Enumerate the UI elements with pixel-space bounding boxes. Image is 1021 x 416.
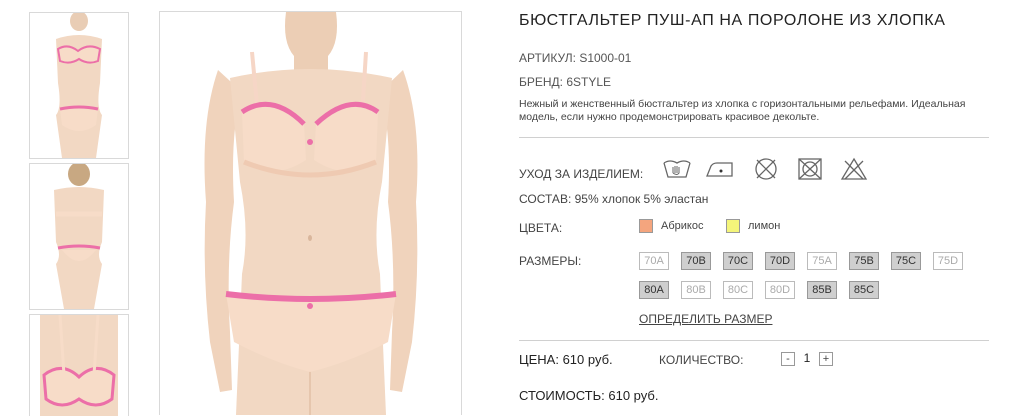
product-title: БЮСТГАЛЬТЕР ПУШ-АП НА ПОРОЛОНЕ ИЗ ХЛОПКА xyxy=(519,12,946,29)
size-70B[interactable]: 70B xyxy=(681,252,711,270)
color-name-apricot: Абрикос xyxy=(661,220,704,232)
color-option-lemon[interactable]: лимон xyxy=(726,219,780,233)
no-bleach-icon xyxy=(840,157,868,180)
quantity-decrease-button[interactable]: - xyxy=(781,352,795,366)
size-guide-link[interactable]: ОПРЕДЕЛИТЬ РАЗМЕР xyxy=(639,312,772,326)
size-80A[interactable]: 80A xyxy=(639,281,669,299)
size-75D[interactable]: 75D xyxy=(933,252,963,270)
product-description: Нежный и женственный бюстгальтер из хлоп… xyxy=(519,98,966,123)
thumbnail-closeup[interactable] xyxy=(29,314,129,416)
thumbnail-front-image xyxy=(30,13,128,158)
thumbnail-back[interactable] xyxy=(29,163,129,310)
no-machine-dry-icon xyxy=(798,158,822,180)
size-80B[interactable]: 80B xyxy=(681,281,711,299)
product-brand: БРЕНД: 6STYLE xyxy=(519,75,612,89)
hand-wash-icon xyxy=(663,160,691,178)
product-article: АРТИКУЛ: S1000-01 xyxy=(519,51,632,65)
size-85B[interactable]: 85B xyxy=(807,281,837,299)
divider xyxy=(519,137,989,138)
total-cost: СТОИМОСТЬ: 610 руб. xyxy=(519,388,659,403)
divider xyxy=(519,340,989,341)
size-70D[interactable]: 70D xyxy=(765,252,795,270)
thumbnail-front[interactable] xyxy=(29,12,129,159)
quantity-label: КОЛИЧЕСТВО: xyxy=(659,353,744,367)
size-80D[interactable]: 80D xyxy=(765,281,795,299)
color-name-lemon: лимон xyxy=(748,220,781,232)
iron-low-icon xyxy=(706,162,733,177)
color-option-apricot[interactable]: Абрикос xyxy=(639,219,703,233)
main-product-image xyxy=(160,12,461,415)
price: ЦЕНА: 610 руб. xyxy=(519,352,613,367)
size-70A[interactable]: 70A xyxy=(639,252,669,270)
thumbnail-closeup-image xyxy=(30,315,128,416)
composition: СОСТАВ: 95% хлопок 5% эластан xyxy=(519,192,709,206)
color-swatch-apricot[interactable] xyxy=(639,219,653,233)
quantity-value[interactable]: 1 xyxy=(800,351,814,365)
size-75B[interactable]: 75B xyxy=(849,252,879,270)
sizes-label: РАЗМЕРЫ: xyxy=(519,254,582,268)
main-product-photo[interactable] xyxy=(159,11,462,415)
size-75A[interactable]: 75A xyxy=(807,252,837,270)
size-85C[interactable]: 85C xyxy=(849,281,879,299)
size-75C[interactable]: 75C xyxy=(891,252,921,270)
quantity-increase-button[interactable]: + xyxy=(819,352,833,366)
colors-label: ЦВЕТА: xyxy=(519,221,563,235)
thumbnail-back-image xyxy=(30,164,128,309)
no-tumble-dry-icon xyxy=(755,158,777,180)
care-label: УХОД ЗА ИЗДЕЛИЕМ: xyxy=(519,167,644,181)
size-80C[interactable]: 80C xyxy=(723,281,753,299)
color-swatch-lemon[interactable] xyxy=(726,219,740,233)
size-70C[interactable]: 70C xyxy=(723,252,753,270)
